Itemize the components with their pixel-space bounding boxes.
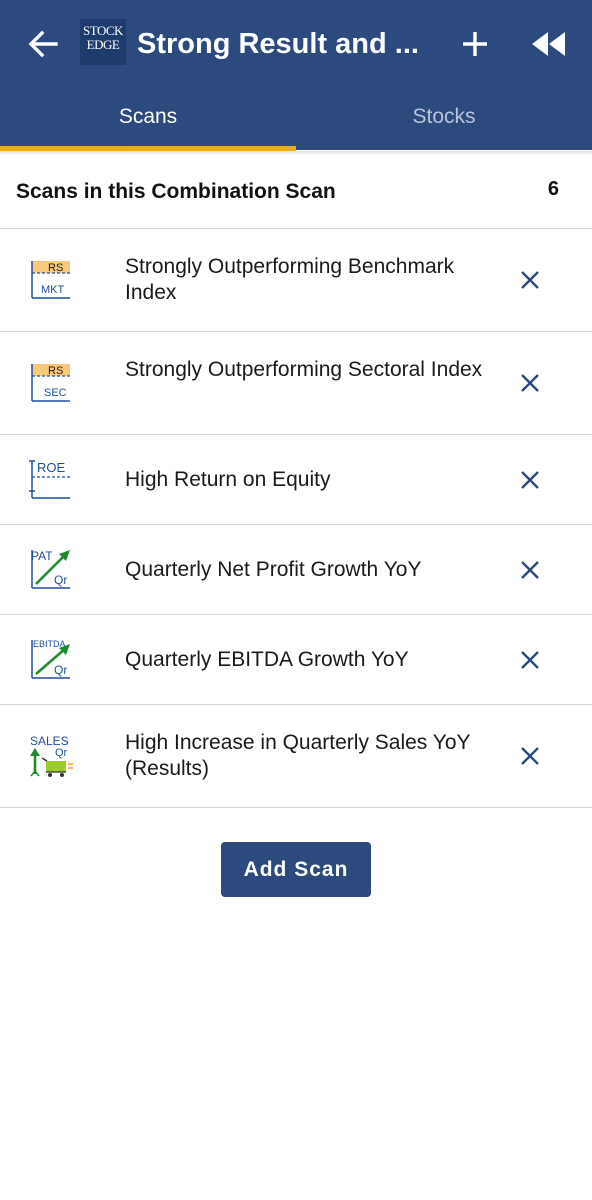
icon-text: Qr <box>54 573 67 587</box>
close-icon <box>521 747 539 765</box>
scan-label: Quarterly Net Profit Growth YoY <box>125 558 422 581</box>
remove-scan-button[interactable] <box>516 742 544 770</box>
scan-label: Quarterly EBITDA Growth YoY <box>125 648 409 671</box>
add-scan-button[interactable]: Add Scan <box>221 842 371 897</box>
pat-growth-icon: PAT Qr <box>28 547 74 591</box>
rs-sec-icon: RS SEC <box>28 361 74 405</box>
remove-scan-button[interactable] <box>516 266 544 294</box>
scan-row[interactable]: RS MKT Strongly Outperforming Benchmark … <box>0 229 592 331</box>
scan-row[interactable]: EBITDA Qr Quarterly EBITDA Growth YoY <box>0 615 592 704</box>
scan-row[interactable]: SALES Qr High Increase in Quarterly Sale… <box>0 705 592 807</box>
remove-scan-button[interactable] <box>516 646 544 674</box>
roe-icon: ROE <box>28 458 74 502</box>
appbar-shadow <box>0 151 592 155</box>
icon-text: Qr <box>55 747 68 759</box>
section-header: Scans in this Combination Scan 6 <box>0 170 592 216</box>
rewind-button[interactable] <box>528 28 570 60</box>
icon-text: EBITDA <box>33 639 66 649</box>
section-title: Scans in this Combination Scan <box>16 180 336 203</box>
back-button[interactable] <box>26 26 60 62</box>
close-icon <box>521 561 539 579</box>
tab-scans[interactable]: Scans <box>0 88 296 150</box>
scan-count: 6 <box>547 178 559 200</box>
remove-scan-button[interactable] <box>516 556 544 584</box>
icon-text: Qr <box>54 663 67 677</box>
ebitda-growth-icon: EBITDA Qr <box>28 637 74 681</box>
app-bar: STOCK EDGE Strong Result and ... Scans S… <box>0 0 592 151</box>
remove-scan-button[interactable] <box>516 369 544 397</box>
icon-text: ROE <box>37 460 66 475</box>
scan-row[interactable]: PAT Qr Quarterly Net Profit Growth YoY <box>0 525 592 614</box>
icon-text: MKT <box>41 284 65 296</box>
sales-growth-icon: SALES Qr <box>28 734 74 778</box>
arrow-left-icon <box>28 30 58 58</box>
scan-row[interactable]: RS SEC Strongly Outperforming Sectoral I… <box>0 332 592 434</box>
close-icon <box>521 271 539 289</box>
scan-label: High Return on Equity <box>125 468 331 491</box>
tab-stocks[interactable]: Stocks <box>296 88 592 150</box>
rs-mkt-icon: RS MKT <box>28 258 74 302</box>
scan-label: Strongly Outperforming Sectoral Index <box>125 358 483 381</box>
scan-row[interactable]: ROE High Return on Equity <box>0 435 592 524</box>
icon-text: RS <box>48 365 63 377</box>
icon-text: RS <box>48 262 63 274</box>
icon-text: SEC <box>44 387 67 399</box>
plus-icon <box>463 32 487 56</box>
scan-label: Strongly Outperforming Benchmark Index <box>125 255 455 304</box>
divider <box>0 807 592 808</box>
remove-scan-button[interactable] <box>516 466 544 494</box>
close-icon <box>521 471 539 489</box>
scan-list: RS MKT Strongly Outperforming Benchmark … <box>0 228 592 808</box>
close-icon <box>521 651 539 669</box>
rewind-icon <box>532 32 565 56</box>
close-icon <box>521 374 539 392</box>
add-button[interactable] <box>458 26 492 62</box>
scan-label: High Increase in Quarterly Sales YoY (Re… <box>125 731 471 780</box>
stockedge-logo: STOCK EDGE <box>80 19 126 65</box>
icon-text: SALES <box>30 734 69 748</box>
icon-text: PAT <box>31 549 53 563</box>
page-title: Strong Result and ... <box>137 28 419 60</box>
